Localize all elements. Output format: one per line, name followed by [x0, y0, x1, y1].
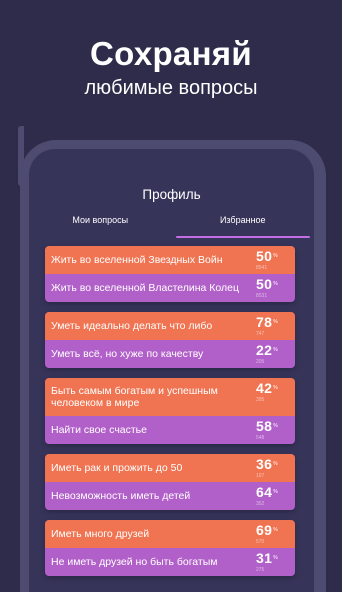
option-b-votes: 352	[256, 501, 265, 507]
option-b-text: Уметь всё, но хуже по качеству	[51, 348, 204, 360]
option-a-percent: 36%	[256, 456, 278, 472]
tab-favorites[interactable]: Избранное	[172, 213, 315, 227]
option-b-row[interactable]: Найти свое счастье 58% 548	[45, 416, 295, 444]
option-b-percent: 58%	[256, 418, 278, 434]
option-b-percent: 22%	[256, 342, 278, 358]
option-a-text: Иметь рак и прожить до 50	[51, 462, 183, 474]
option-b-text: Жить во вселенной Властелина Колец	[51, 282, 240, 294]
option-b-percent: 31%	[256, 550, 278, 566]
option-a-row[interactable]: Иметь много друзей 69% 570	[45, 520, 295, 548]
profile-tabs: Мои вопросы Избранное	[29, 213, 315, 238]
option-b-stats: 50% 8531	[256, 276, 289, 300]
active-tab-indicator	[176, 236, 310, 238]
tab-my-questions[interactable]: Мои вопросы	[29, 213, 172, 227]
favorite-question-card[interactable]: Иметь много друзей 69% 570 Не иметь друз…	[45, 520, 295, 576]
option-a-stats: 78% 747	[256, 314, 289, 338]
option-a-text: Иметь много друзей	[51, 528, 150, 540]
promo-header: Сохраняй любимые вопросы	[0, 0, 342, 101]
option-a-stats: 50% 8541	[256, 248, 289, 272]
option-b-text: Найти свое счастье	[51, 424, 147, 436]
option-a-row[interactable]: Иметь рак и прожить до 50 36% 197	[45, 454, 295, 482]
option-a-votes: 197	[256, 473, 265, 479]
option-b-votes: 275	[256, 567, 265, 573]
option-a-percent: 50%	[256, 248, 278, 264]
option-b-row[interactable]: Уметь всё, но хуже по качеству 22% 205	[45, 340, 295, 368]
option-a-votes: 570	[256, 539, 265, 545]
option-b-votes: 8531	[256, 293, 268, 299]
option-b-text: Невозможность иметь детей	[51, 490, 191, 502]
option-a-row[interactable]: Уметь идеально делать что либо 78% 747	[45, 312, 295, 340]
phone-screen: Профиль Мои вопросы Избранное Жить во вс…	[29, 149, 314, 592]
option-a-votes: 8541	[256, 265, 268, 271]
favorite-question-card[interactable]: Жить во вселенной Звездных Войн 50% 8541…	[45, 246, 295, 302]
option-b-stats: 31% 275	[256, 550, 289, 574]
favorite-question-card[interactable]: Быть самым богатым и успешным человеком …	[45, 378, 295, 444]
promo-title: Сохраняй	[90, 35, 252, 72]
option-b-votes: 548	[256, 435, 265, 441]
option-a-text: Уметь идеально делать что либо	[51, 320, 213, 332]
option-a-percent: 42%	[256, 380, 278, 396]
option-a-stats: 36% 197	[256, 456, 289, 480]
page-title: Профиль	[142, 187, 201, 202]
option-b-text: Не иметь друзей но быть богатым	[51, 556, 218, 568]
option-a-row[interactable]: Жить во вселенной Звездных Войн 50% 8541	[45, 246, 295, 274]
option-a-votes: 395	[256, 397, 265, 403]
option-b-votes: 205	[256, 359, 265, 365]
option-a-percent: 69%	[256, 522, 278, 538]
option-a-percent: 78%	[256, 314, 278, 330]
option-b-percent: 64%	[256, 484, 278, 500]
option-a-row[interactable]: Быть самым богатым и успешным человеком …	[45, 378, 295, 416]
option-b-row[interactable]: Жить во вселенной Властелина Колец 50% 8…	[45, 274, 295, 302]
favorite-question-card[interactable]: Иметь рак и прожить до 50 36% 197 Невозм…	[45, 454, 295, 510]
option-a-text: Быть самым богатым и успешным человеком …	[51, 385, 218, 409]
option-a-votes: 747	[256, 331, 265, 337]
option-b-row[interactable]: Не иметь друзей но быть богатым 31% 275	[45, 548, 295, 576]
option-a-stats: 69% 570	[256, 522, 289, 546]
option-b-stats: 22% 205	[256, 342, 289, 366]
option-a-stats: 42% 395	[256, 380, 289, 404]
option-b-percent: 50%	[256, 276, 278, 292]
favorite-question-card[interactable]: Уметь идеально делать что либо 78% 747 У…	[45, 312, 295, 368]
option-b-stats: 64% 352	[256, 484, 289, 508]
option-b-row[interactable]: Невозможность иметь детей 64% 352	[45, 482, 295, 510]
promo-subtitle: любимые вопросы	[84, 77, 258, 99]
option-b-stats: 58% 548	[256, 418, 289, 442]
option-a-text: Жить во вселенной Звездных Войн	[51, 254, 223, 266]
